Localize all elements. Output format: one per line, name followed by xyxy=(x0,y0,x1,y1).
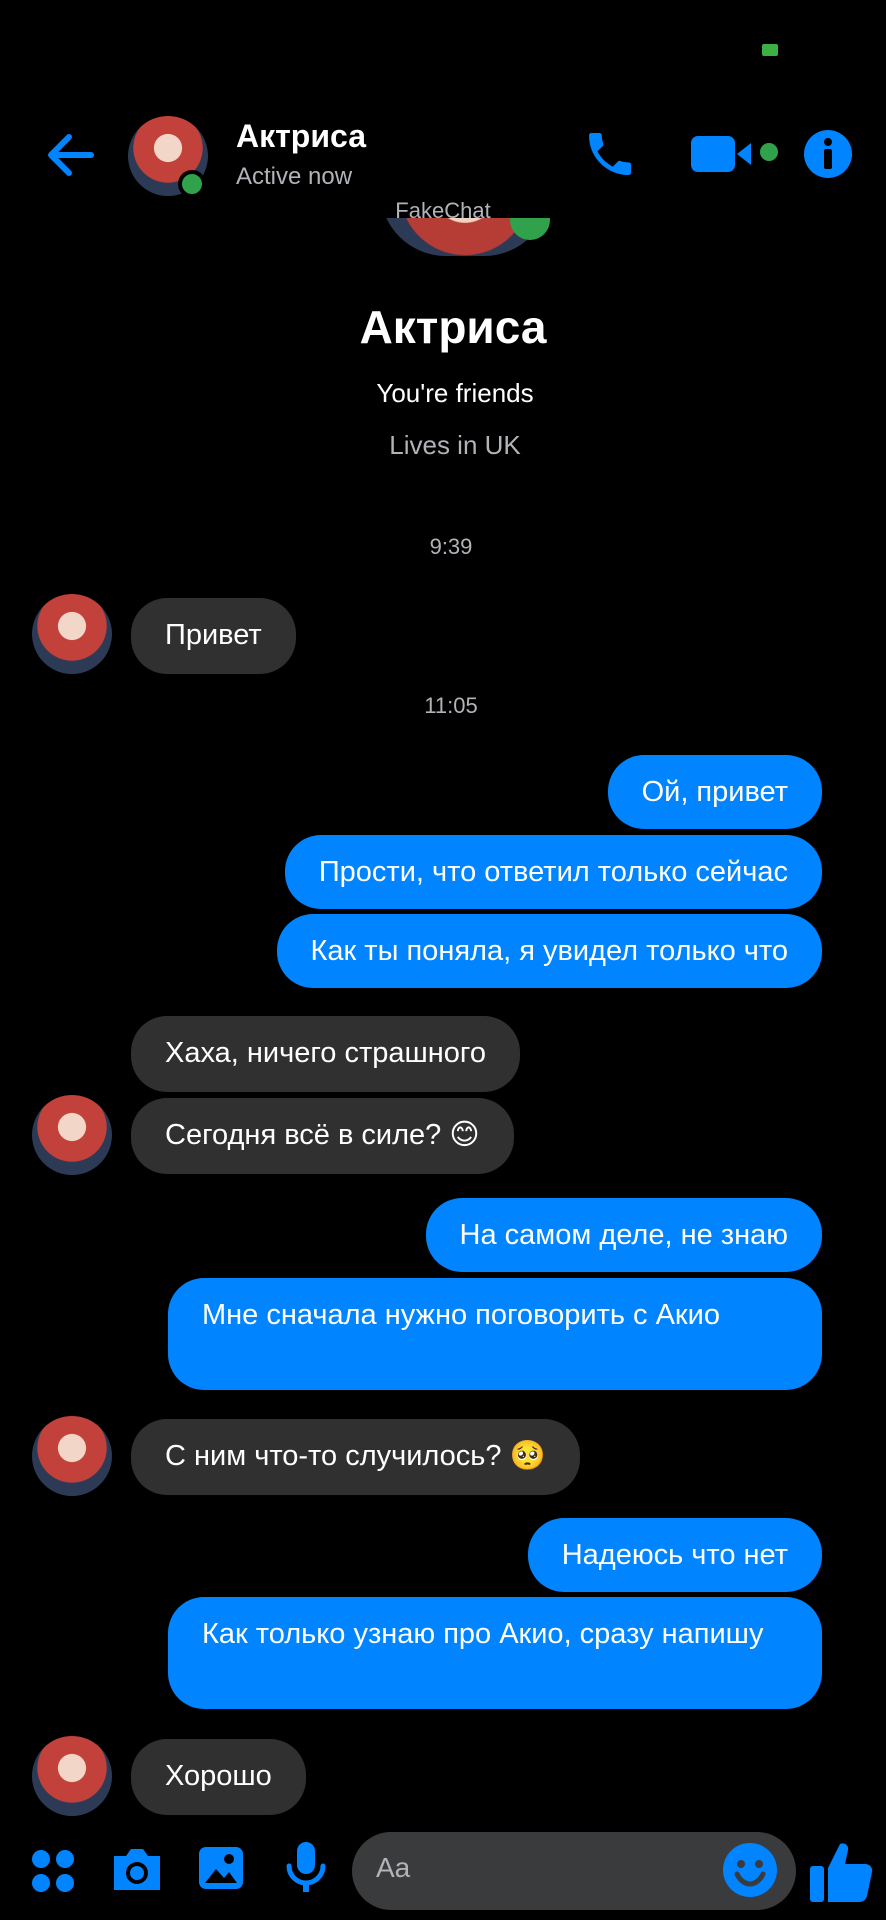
sender-avatar[interactable] xyxy=(32,594,112,674)
incoming-message[interactable]: Хаха, ничего страшного xyxy=(131,1016,520,1092)
incoming-message[interactable]: Хорошо xyxy=(131,1739,306,1815)
profile-name: Актриса xyxy=(359,301,547,353)
contact-name[interactable]: Актриса xyxy=(236,118,366,155)
camera-button[interactable] xyxy=(110,1844,164,1894)
voice-message-button[interactable] xyxy=(284,1840,328,1896)
apps-button[interactable] xyxy=(30,1848,76,1894)
like-button[interactable] xyxy=(806,1836,876,1906)
info-icon xyxy=(804,130,852,178)
camera-icon xyxy=(114,1849,160,1890)
video-call-button[interactable] xyxy=(686,124,781,184)
call-button[interactable] xyxy=(580,124,640,184)
video-icon xyxy=(690,136,778,172)
outgoing-message[interactable]: Как ты поняла, я увидел только что xyxy=(276,914,822,988)
emoji-button[interactable] xyxy=(722,1842,778,1898)
sender-avatar[interactable] xyxy=(32,1095,112,1175)
watermark: FakeChat xyxy=(395,198,491,223)
gallery-icon xyxy=(199,1847,243,1889)
profile-location: Lives in UK xyxy=(389,430,521,460)
friendship-status: You're friends xyxy=(376,378,534,408)
back-button[interactable] xyxy=(40,125,100,185)
sender-avatar[interactable] xyxy=(32,1736,112,1816)
battery-icon xyxy=(762,44,778,56)
gallery-button[interactable] xyxy=(196,1843,246,1893)
incoming-message[interactable]: Сегодня всё в силе? 😊 xyxy=(131,1098,514,1174)
info-button[interactable] xyxy=(798,124,858,184)
back-arrow-icon xyxy=(48,134,94,176)
thumbs-up-icon xyxy=(810,1843,873,1902)
apps-icon xyxy=(32,1850,74,1892)
outgoing-message[interactable]: На самом деле, не знаю xyxy=(425,1198,822,1272)
microphone-icon xyxy=(286,1842,326,1892)
outgoing-message[interactable]: Надеюсь что нет xyxy=(527,1518,822,1592)
timestamp: 11:05 xyxy=(424,693,478,718)
incoming-message[interactable]: Привет xyxy=(131,598,296,674)
outgoing-message[interactable]: Прости, что ответил только сейчас xyxy=(284,835,822,909)
emoji-icon xyxy=(723,1843,777,1897)
outgoing-message[interactable]: Мне сначала нужно поговорить с Акио xyxy=(168,1278,822,1390)
incoming-message[interactable]: С ним что-то случилось? 🥺 xyxy=(131,1419,580,1495)
sender-avatar[interactable] xyxy=(32,1416,112,1496)
online-indicator xyxy=(178,170,206,198)
phone-icon xyxy=(589,133,631,175)
message-input-placeholder: Aa xyxy=(376,1852,411,1883)
outgoing-message[interactable]: Как только узнаю про Акио, сразу напишу xyxy=(168,1597,822,1709)
contact-status: Active now xyxy=(236,163,353,190)
timestamp: 9:39 xyxy=(429,534,473,559)
outgoing-message[interactable]: Ой, привет xyxy=(607,755,822,829)
